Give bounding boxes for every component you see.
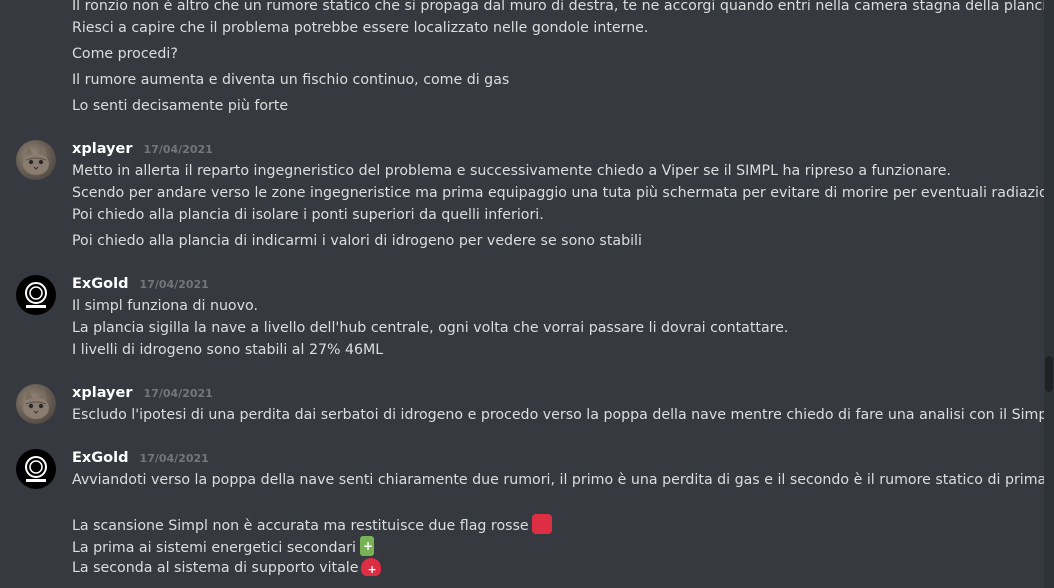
message-text: La prima ai sistemi energetici secondari [72,540,356,556]
message-line: La plancia sigilla la nave a livello del… [72,320,789,336]
message-line: Lo senti decisamente più forte [72,98,289,114]
message-author[interactable]: xplayer 17/04/2021 [72,139,213,160]
cat-avatar-icon [23,146,49,175]
message-author[interactable]: ExGold 17/04/2021 [72,274,209,295]
message-author[interactable]: xplayer 17/04/2021 [72,383,213,404]
message-timestamp: 17/04/2021 [143,143,213,156]
message-text: La scansione Simpl non è accurata ma res… [72,518,529,534]
red-square-icon [531,514,552,534]
message-line: Poi chiedo alla plancia di indicarmi i v… [72,233,642,249]
scrollbar-track[interactable] [1044,0,1054,588]
avatar-xplayer[interactable] [16,140,56,180]
rescue-helmet-icon: + [361,558,382,576]
avatar-xplayer[interactable] [16,384,56,424]
message-line: Metto in allerta il reparto ingegneristi… [72,163,952,179]
author-name[interactable]: xplayer [72,385,132,401]
avatar-exgold[interactable] [16,275,56,315]
message-timestamp: 17/04/2021 [139,278,209,291]
message-line: Poi chiedo alla plancia di isolare i pon… [72,207,544,223]
message-line: La scansione Simpl non è accurata ma res… [72,514,552,536]
message-timestamp: 17/04/2021 [139,452,209,465]
message-line: La seconda al sistema di supporto vitale… [72,558,382,578]
astronaut-avatar-icon [25,282,47,308]
message-line: Escludo l'ipotesi di una perdita dai ser… [72,407,1054,423]
message-line: I livelli di idrogeno sono stabili al 27… [72,342,384,358]
astronaut-avatar-icon [25,456,47,482]
scrollbar-thumb[interactable] [1045,356,1053,392]
message-line: Il rumore aumenta e diventa un fischio c… [72,72,510,88]
avatar-exgold[interactable] [16,449,56,489]
message-line: Avviandoti verso la poppa della nave sen… [72,472,1051,488]
author-name[interactable]: ExGold [72,276,128,292]
author-name[interactable]: xplayer [72,141,132,157]
message-line: Riesci a capire che il problema potrebbe… [72,20,649,36]
message-line: Scendo per andare verso le zone ingegner… [72,185,1054,201]
message-author[interactable]: ExGold 17/04/2021 [72,448,209,469]
message-line: La prima ai sistemi energetici secondari… [72,536,374,558]
message-line: Come procedi? [72,46,178,62]
message-text: La seconda al sistema di supporto vitale [72,560,359,576]
message-line: Il simpl funziona di nuovo. [72,298,258,314]
cat-avatar-icon [23,390,49,419]
message-line: Il ronzio non è altro che un rumore stat… [72,0,1054,14]
message-timestamp: 17/04/2021 [143,387,213,400]
author-name[interactable]: ExGold [72,450,128,466]
battery-icon: + [359,536,374,556]
